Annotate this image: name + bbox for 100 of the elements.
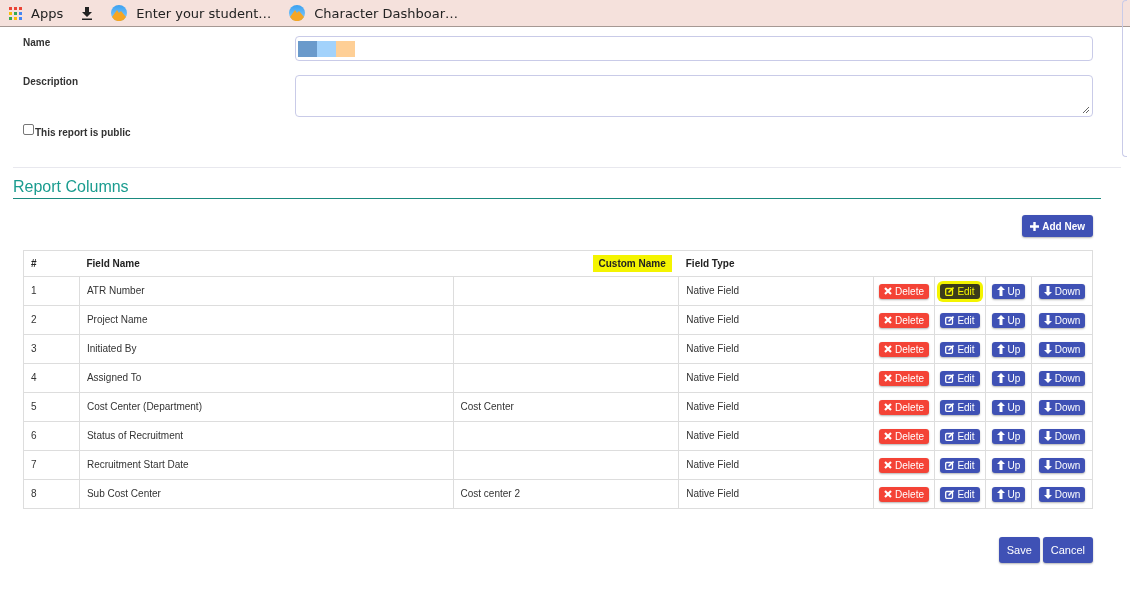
field-type-cell: Native Field <box>686 430 740 441</box>
field-label: Description <box>23 75 79 87</box>
delete-button[interactable]: Delete <box>879 399 929 415</box>
arrow-down-icon <box>1043 315 1052 325</box>
field-type-cell: Native Field <box>686 343 740 354</box>
column-header: Custom Name <box>592 255 672 272</box>
edit-icon <box>945 402 955 412</box>
arrow-up-icon <box>996 286 1005 296</box>
row-number: 7 <box>31 459 37 470</box>
close-icon <box>884 345 893 353</box>
field-name-cell: Status of Recruitment <box>86 430 184 441</box>
move-up-button[interactable]: Up <box>991 283 1026 299</box>
custom-name-cell: Cost Center <box>460 401 514 412</box>
move-up-button[interactable]: Up <box>991 457 1026 473</box>
field-name-cell: Cost Center (Department) <box>86 401 202 412</box>
move-down-button[interactable]: Down <box>1038 370 1086 386</box>
arrow-up-icon <box>996 373 1005 383</box>
edit-button[interactable]: Edit <box>940 312 980 328</box>
delete-button[interactable]: Delete <box>879 370 929 386</box>
close-icon <box>884 374 893 382</box>
move-up-button[interactable]: Up <box>991 370 1026 386</box>
apps-link[interactable]: Apps <box>31 5 64 21</box>
move-down-button[interactable]: Down <box>1038 486 1086 502</box>
move-up-button[interactable]: Up <box>991 341 1026 357</box>
move-down-button[interactable]: Down <box>1038 341 1086 357</box>
field-name-cell: ATR Number <box>86 285 145 296</box>
bookmark-link[interactable]: Character Dashboar… <box>314 5 459 21</box>
mountain-favicon-icon[interactable] <box>111 5 128 21</box>
name-field[interactable] <box>295 36 1093 61</box>
arrow-down-icon <box>1043 373 1052 383</box>
move-down-button[interactable]: Down <box>1038 428 1086 444</box>
edit-button[interactable]: Edit <box>940 341 980 357</box>
arrow-up-icon <box>996 402 1005 412</box>
close-icon <box>884 490 893 498</box>
move-down-button[interactable]: Down <box>1038 399 1086 415</box>
edit-button[interactable]: Edit <box>940 283 980 299</box>
move-down-button[interactable]: Down <box>1038 312 1086 328</box>
arrow-up-icon <box>996 489 1005 499</box>
redacted-value-drawing <box>298 40 355 57</box>
move-down-button[interactable]: Down <box>1038 283 1086 299</box>
close-icon <box>884 432 893 440</box>
arrow-up-icon <box>996 431 1005 441</box>
apps-grid-icon[interactable] <box>9 6 22 20</box>
edit-icon <box>945 489 955 499</box>
delete-button[interactable]: Delete <box>879 428 929 444</box>
arrow-down-icon <box>1043 402 1052 412</box>
delete-button[interactable]: Delete <box>879 457 929 473</box>
edit-icon <box>945 373 955 383</box>
move-up-button[interactable]: Up <box>991 312 1026 328</box>
public-checkbox[interactable] <box>23 124 34 135</box>
field-type-cell: Native Field <box>686 488 740 499</box>
arrow-up-icon <box>996 344 1005 354</box>
cancel-button[interactable]: Cancel <box>1042 537 1093 563</box>
move-up-button[interactable]: Up <box>991 486 1026 502</box>
edit-button[interactable]: Edit <box>940 428 980 444</box>
edit-icon <box>945 431 955 441</box>
move-down-button[interactable]: Down <box>1038 457 1086 473</box>
delete-button[interactable]: Delete <box>879 312 929 328</box>
move-up-button[interactable]: Up <box>991 428 1026 444</box>
add-new-button[interactable]: Add New <box>1022 215 1093 237</box>
field-name-cell: Initiated By <box>86 343 137 354</box>
edit-button[interactable]: Edit <box>940 457 980 473</box>
field-type-cell: Native Field <box>686 459 740 470</box>
delete-button[interactable]: Delete <box>879 486 929 502</box>
mountain-favicon-icon[interactable] <box>289 5 306 21</box>
row-number: 4 <box>31 372 37 383</box>
field-type-cell: Native Field <box>686 285 740 296</box>
save-button[interactable]: Save <box>998 537 1040 563</box>
column-header: Field Name <box>86 258 140 269</box>
delete-button[interactable]: Delete <box>879 341 929 357</box>
edit-icon <box>945 344 955 354</box>
description-field[interactable] <box>295 75 1093 117</box>
custom-name-cell: Cost center 2 <box>460 488 520 499</box>
checkbox-label: This report is public <box>35 127 131 138</box>
delete-button[interactable]: Delete <box>879 283 929 299</box>
bookmark-link[interactable]: Enter your student… <box>136 5 272 21</box>
edit-icon <box>945 315 955 325</box>
edit-button[interactable]: Edit <box>940 399 980 415</box>
arrow-up-icon <box>996 460 1005 470</box>
column-header: Field Type <box>685 258 735 269</box>
edit-button[interactable]: Edit <box>940 370 980 386</box>
close-icon <box>884 461 893 469</box>
arrow-down-icon <box>1043 489 1052 499</box>
arrow-up-icon <box>996 315 1005 325</box>
row-number: 5 <box>31 401 37 412</box>
move-up-button[interactable]: Up <box>991 399 1026 415</box>
row-number: 3 <box>31 343 37 354</box>
resize-handle-icon[interactable] <box>1082 106 1090 114</box>
row-number: 1 <box>31 285 37 296</box>
edit-button[interactable]: Edit <box>940 486 980 502</box>
close-icon <box>884 287 893 295</box>
close-icon <box>884 403 893 411</box>
field-name-cell: Project Name <box>86 314 148 325</box>
edit-icon <box>945 460 955 470</box>
field-type-cell: Native Field <box>686 372 740 383</box>
download-icon[interactable] <box>81 6 94 20</box>
field-type-cell: Native Field <box>686 314 740 325</box>
close-icon <box>884 316 893 324</box>
arrow-down-icon <box>1043 344 1052 354</box>
field-label: Name <box>23 36 52 48</box>
